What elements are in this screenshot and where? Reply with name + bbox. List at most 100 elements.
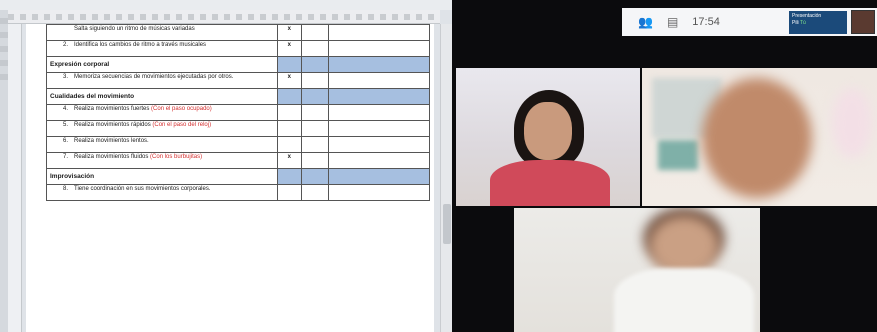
ruler-tick [164,14,170,20]
criterion-note: (Con el paso del reloj) [152,122,212,128]
ruler-tick [308,14,314,20]
mark-cell[interactable]: x [277,72,302,89]
rubric-row: 5. Realiza movimientos rápidos (Con el pa… [45,120,430,137]
mark-cell[interactable]: x [277,24,302,41]
call-top-bar: 👥 ▤ 17:54 Presentación Pili Tú [622,8,877,36]
vertical-ruler [8,24,22,332]
empty-cell[interactable] [300,184,330,201]
mark-cell[interactable] [277,136,302,153]
criterion-text: Realiza movimientos fluidos [74,154,149,160]
empty-cell[interactable] [328,120,430,137]
section-highlight-cell [328,168,430,185]
section-highlight-cell [328,88,430,105]
ruler-tick [296,14,302,20]
criterion-text: Memoriza secuencias de movimientos ejecu… [74,74,234,80]
people-icon[interactable]: 👥 [638,15,653,29]
empty-cell[interactable] [300,136,330,153]
section-highlight-cell [300,88,330,105]
ruler-tick [56,14,62,20]
avatar[interactable] [851,10,875,34]
rubric-row: 6. Realiza movimientos lentos. [45,136,430,153]
criterion-cell: 7. Realiza movimientos fluidos (Con los b… [45,152,279,169]
chat-icon[interactable]: ▤ [667,15,678,29]
ruler-tick [140,14,146,20]
ruler-tick [176,14,182,20]
empty-cell[interactable] [300,40,330,57]
criterion-number: 4. [62,106,68,112]
criterion-number: 3. [62,74,68,80]
ruler-tick [428,14,434,20]
participant-tile-3[interactable] [514,208,760,332]
presentation-chip[interactable]: Presentación Pili Tú [789,11,847,34]
ruler-tick [224,14,230,20]
ruler-tick [80,14,86,20]
criterion-cell: Salta siguiendo un ritmo de músicas vari… [45,24,279,41]
empty-cell[interactable] [300,120,330,137]
participant-tile-2[interactable] [642,68,877,206]
criterion-number: 5. [62,122,68,128]
empty-cell[interactable] [328,72,430,89]
mark-cell[interactable] [277,104,302,121]
rubric-row: 3. Memoriza secuencias de movimientos eje… [45,72,430,89]
rubric-section-row: Cualidades del movimiento [45,88,430,105]
criterion-text: Realiza movimientos lentos. [74,138,149,144]
ruler-tick [104,14,110,20]
call-clock: 17:54 [692,16,720,28]
ruler-tick [380,14,386,20]
mark-cell[interactable] [277,120,302,137]
rubric-section-row: Expresión corporal [45,56,430,73]
empty-cell[interactable] [328,184,430,201]
criterion-cell: 4. Realiza movimientos fuertes (Con el pa… [45,104,279,121]
scrollbar-thumb[interactable] [443,204,451,244]
ruler-tick [188,14,194,20]
self-indicator: Tú [799,20,806,26]
ruler-tick [272,14,278,20]
horizontal-ruler [8,10,440,24]
ruler-tick [32,14,38,20]
empty-cell[interactable] [300,152,330,169]
rubric-row: 8. Tiene coordinación en sus movimientos … [45,184,430,201]
mark-cell[interactable]: x [277,40,302,57]
empty-cell[interactable] [300,24,330,41]
criterion-note: (Con los burbujitas) [150,154,203,160]
empty-cell[interactable] [328,104,430,121]
criterion-number: 7. [62,154,68,160]
empty-cell[interactable] [328,136,430,153]
ruler-tick [8,14,14,20]
empty-cell[interactable] [328,152,430,169]
criterion-text: Salta siguiendo un ritmo de músicas vari… [74,26,195,32]
ruler-tick [260,14,266,20]
ruler-tick [284,14,290,20]
rubric-row: 4. Realiza movimientos fuertes (Con el pa… [45,104,430,121]
ruler-tick [212,14,218,20]
ruler-tick [116,14,122,20]
participant-tile-1[interactable] [456,68,640,206]
empty-cell[interactable] [300,72,330,89]
criterion-text: Realiza movimientos rápidos [74,122,151,128]
section-highlight-cell [300,56,330,73]
mark-cell[interactable] [277,184,302,201]
mark-cell[interactable]: x [277,152,302,169]
section-title: Cualidades del movimiento [45,88,279,105]
criterion-cell: 8. Tiene coordinación en sus movimientos … [45,184,279,201]
document-scrollbar[interactable] [440,24,452,332]
document-page[interactable]: Salta siguiendo un ritmo de músicas vari… [26,24,434,332]
ruler-tick [332,14,338,20]
screen: Salta siguiendo un ritmo de músicas vari… [0,0,877,332]
criterion-note: (Con el paso ocupado) [151,106,212,112]
ruler-tick [236,14,242,20]
empty-cell[interactable] [328,40,430,57]
presenter-name: Pili [792,20,799,26]
rubric-row: Salta siguiendo un ritmo de músicas vari… [45,24,430,41]
section-title: Expresión corporal [45,56,279,73]
ruler-tick [392,14,398,20]
ruler-tick [248,14,254,20]
criterion-text: Tiene coordinación en sus movimientos co… [74,186,211,192]
ruler-tick [128,14,134,20]
empty-cell[interactable] [300,104,330,121]
ruler-tick [20,14,26,20]
section-highlight-cell [277,168,302,185]
empty-cell[interactable] [328,24,430,41]
editor-side-panel [0,10,8,332]
criterion-number: 8. [62,186,68,192]
